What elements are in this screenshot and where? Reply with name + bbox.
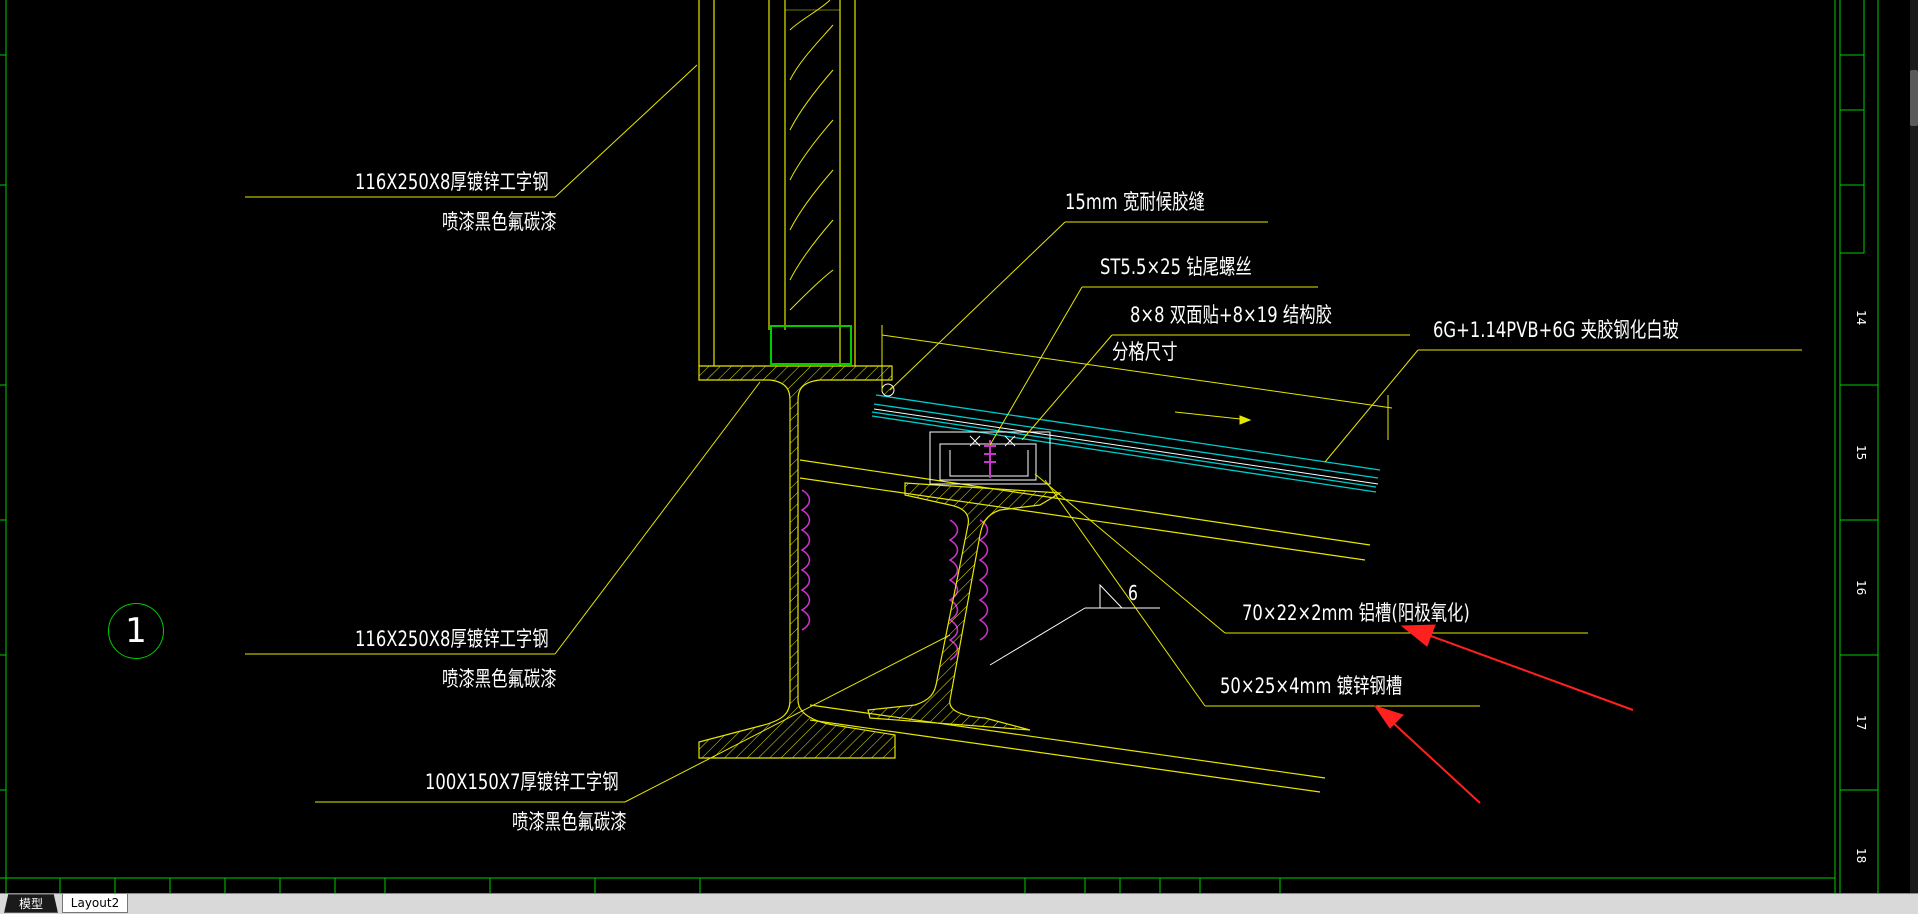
detail-marker-circle: 1 [108,603,164,659]
detail-marker-number: 1 [125,611,147,651]
ruler-tick-14: 14 [1854,310,1868,326]
tab-model[interactable]: 模型 [4,894,58,913]
label-screw: ST5.5×25 钻尾螺丝 [1100,255,1252,279]
cad-drawing [0,0,1918,893]
red-arrows [1373,624,1634,804]
scrollbar-track[interactable] [1910,0,1918,893]
label-grid-size: 分格尺寸 [1112,340,1178,364]
scrollbar-thumb[interactable] [1910,70,1918,126]
label-mid-beam-coating: 喷漆黑色氟碳漆 [442,667,557,691]
label-sealant-seam: 15mm 宽耐候胶缝 [1065,190,1205,214]
label-structural-tape: 8×8 双面贴+8×19 结构胶 [1130,303,1332,327]
sealant-bead [881,383,895,397]
ruler-tick-17: 17 [1854,715,1868,731]
upper-wall-section [698,0,856,366]
top-i-beam [698,365,896,759]
title-block-cells [5,878,1281,893]
label-mid-beam-spec: 116X250X8厚镀锌工字钢 [355,627,549,651]
ruler-tick-15: 15 [1854,445,1868,461]
drawing-canvas[interactable]: 116X250X8厚镀锌工字钢 喷漆黑色氟碳漆 15mm 宽耐候胶缝 ST5.5… [0,0,1918,913]
label-weld-size: 6 [1128,581,1138,605]
screw [984,440,996,478]
label-steel-channel: 50×25×4mm 镀锌钢槽 [1220,674,1403,698]
green-spacer-block [770,325,852,365]
label-top-beam-coating: 喷漆黑色氟碳漆 [442,210,557,234]
insulation-zigzag [789,0,834,311]
label-glass-spec: 6G+1.14PVB+6G 夹胶钢化白玻 [1433,318,1679,342]
ruler-tick-16: 16 [1854,580,1868,596]
label-low-beam-spec: 100X150X7厚镀锌工字钢 [425,770,619,794]
label-aluminium-channel: 70×22×2mm 铝槽(阳极氧化) [1242,601,1470,625]
ruler-tick-18: 18 [1854,848,1868,864]
label-low-beam-coating: 喷漆黑色氟碳漆 [512,810,627,834]
layout-tab-bar: 模型 Layout2 [0,893,1918,914]
drawing-frame [0,0,1879,893]
label-top-beam-spec: 116X250X8厚镀锌工字钢 [355,170,549,194]
tab-layout2[interactable]: Layout2 [62,894,128,913]
